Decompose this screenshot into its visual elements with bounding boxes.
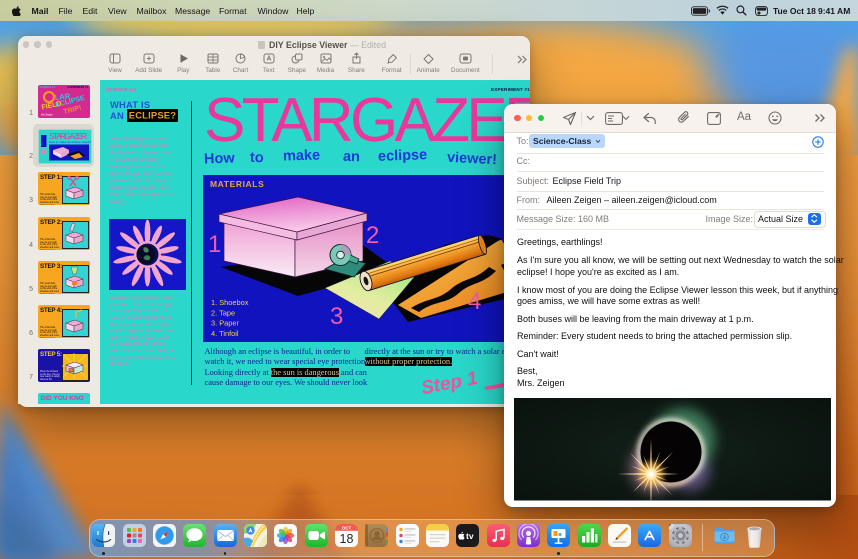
svg-text:2. Tape: 2. Tape bbox=[211, 308, 235, 317]
svg-text:FIELD: FIELD bbox=[40, 100, 61, 111]
svg-text:4: 4 bbox=[468, 288, 481, 315]
svg-text:2: 2 bbox=[366, 222, 379, 249]
svg-text:1: 1 bbox=[208, 231, 221, 258]
svg-text:18: 18 bbox=[339, 532, 353, 546]
svg-text:How to make an eclipse viewer!: How to make an eclipse viewer! bbox=[49, 140, 91, 144]
svg-text:1. Shoebox: 1. Shoebox bbox=[211, 298, 249, 307]
svg-text:3: 3 bbox=[330, 303, 343, 330]
svg-text:OCT: OCT bbox=[342, 526, 352, 531]
svg-text:3. Paper: 3. Paper bbox=[211, 318, 239, 327]
svg-text:tv: tv bbox=[466, 531, 474, 541]
svg-text:4. Tinfoil: 4. Tinfoil bbox=[211, 328, 239, 337]
svg-text:Mrs Zeigen: Mrs Zeigen bbox=[41, 114, 54, 117]
